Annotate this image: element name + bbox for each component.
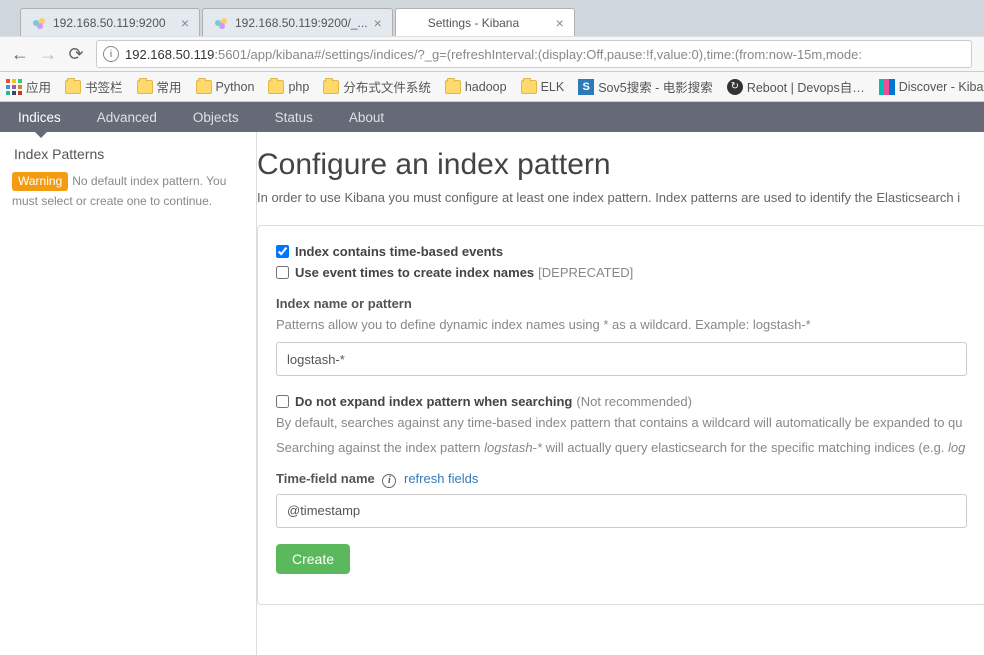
checkbox-no-expand[interactable] (276, 395, 289, 408)
close-icon[interactable]: × (374, 15, 382, 31)
nav-tab-indices[interactable]: Indices (0, 102, 79, 132)
checkbox-label: Do not expand index pattern when searchi… (295, 394, 572, 409)
bookmark-label: 常用 (157, 77, 182, 96)
checkbox-label: Use event times to create index names (295, 265, 534, 280)
folder-icon (196, 80, 212, 94)
bookmarks-bar: 应用 书签栏 常用 Python php 分布式文件系统 hadoop ELK … (0, 72, 984, 102)
sidebar: Index Patterns WarningNo default index p… (0, 132, 257, 655)
bookmark-label: Reboot | Devops自… (747, 77, 865, 96)
folder-icon (65, 80, 81, 94)
bookmark-folder[interactable]: ELK (521, 80, 565, 94)
settings-nav: Indices Advanced Objects Status About (0, 102, 984, 132)
page-subtitle: In order to use Kibana you must configur… (257, 190, 984, 205)
index-pattern-help: Patterns allow you to define dynamic ind… (276, 317, 967, 332)
sidebar-warning: WarningNo default index pattern. You mus… (0, 172, 256, 210)
bookmark-link[interactable]: SSov5搜索 - 电影搜索 (578, 77, 713, 96)
reboot-icon: ↻ (727, 79, 743, 95)
nav-tab-objects[interactable]: Objects (175, 102, 257, 132)
sidebar-heading: Index Patterns (0, 146, 256, 172)
main-content: Configure an index pattern In order to u… (257, 132, 984, 655)
browser-addressbar: ← → ⟳ i 192.168.50.119:5601/app/kibana#/… (0, 36, 984, 72)
back-button[interactable]: ← (6, 40, 34, 68)
bookmark-label: 书签栏 (85, 77, 123, 96)
index-pattern-input[interactable] (276, 342, 967, 376)
bookmark-folder[interactable]: hadoop (445, 80, 507, 94)
url-path: :5601/app/kibana#/settings/indices/?_g=(… (214, 47, 862, 62)
bookmark-label: Discover - Kiba (899, 80, 984, 94)
folder-icon (137, 80, 153, 94)
bookmark-folder[interactable]: php (268, 80, 309, 94)
not-recommended-label: (Not recommended) (576, 394, 692, 409)
browser-tab-2[interactable]: Settings - Kibana × (395, 8, 575, 36)
kibana-icon (879, 79, 895, 95)
info-icon[interactable]: i (382, 474, 396, 488)
apps-icon (6, 79, 22, 95)
tab-favicon (213, 15, 229, 31)
create-button[interactable]: Create (276, 544, 350, 574)
bookmark-folder[interactable]: 常用 (137, 77, 182, 96)
index-pattern-label: Index name or pattern (276, 296, 967, 311)
browser-tab-1[interactable]: 192.168.50.119:9200/_... × (202, 8, 393, 36)
sov5-icon: S (578, 79, 594, 95)
tab-favicon (31, 15, 47, 31)
form-panel: Index contains time-based events Use eve… (257, 225, 984, 605)
nav-tab-about[interactable]: About (331, 102, 402, 132)
time-field-select[interactable] (276, 494, 967, 528)
close-icon[interactable]: × (181, 15, 189, 31)
deprecated-label: [DEPRECATED] (538, 265, 633, 280)
apps-button[interactable]: 应用 (6, 77, 51, 96)
time-field-label: Time-field name i refresh fields (276, 471, 967, 488)
refresh-fields-link[interactable]: refresh fields (404, 471, 478, 486)
bookmark-label: Python (216, 80, 255, 94)
url-input[interactable]: i 192.168.50.119:5601/app/kibana#/settin… (96, 40, 972, 68)
bookmark-label: 应用 (26, 77, 51, 96)
bookmark-folder[interactable]: 分布式文件系统 (323, 77, 431, 96)
folder-icon (521, 80, 537, 94)
tab-title: 192.168.50.119:9200 (53, 16, 175, 30)
bookmark-label: Sov5搜索 - 电影搜索 (598, 77, 713, 96)
bookmark-label: 分布式文件系统 (343, 77, 431, 96)
expand-help-2: Searching against the index pattern logs… (276, 440, 967, 455)
reload-button[interactable]: ⟳ (62, 40, 90, 68)
folder-icon (268, 80, 284, 94)
tab-title: 192.168.50.119:9200/_... (235, 16, 368, 30)
bookmark-folder[interactable]: Python (196, 80, 255, 94)
forward-button[interactable]: → (34, 40, 62, 68)
nav-tab-advanced[interactable]: Advanced (79, 102, 175, 132)
checkbox-event-times[interactable] (276, 266, 289, 279)
expand-help-1: By default, searches against any time-ba… (276, 415, 967, 430)
active-tab-pointer (34, 131, 48, 138)
folder-icon (445, 80, 461, 94)
bookmark-label: php (288, 80, 309, 94)
tab-title: Settings - Kibana (428, 16, 550, 30)
browser-tab-0[interactable]: 192.168.50.119:9200 × (20, 8, 200, 36)
checkbox-time-based[interactable] (276, 245, 289, 258)
checkbox-label: Index contains time-based events (295, 244, 503, 259)
kibana-icon (406, 15, 422, 31)
folder-icon (323, 80, 339, 94)
close-icon[interactable]: × (556, 15, 564, 31)
page-title: Configure an index pattern (257, 148, 984, 190)
bookmark-folder[interactable]: 书签栏 (65, 77, 123, 96)
warning-badge: Warning (12, 172, 68, 191)
bookmark-link[interactable]: Discover - Kiba (879, 79, 984, 95)
bookmark-link[interactable]: ↻Reboot | Devops自… (727, 77, 865, 96)
nav-tab-status[interactable]: Status (257, 102, 331, 132)
bookmark-label: hadoop (465, 80, 507, 94)
url-host: 192.168.50.119 (125, 47, 214, 62)
bookmark-label: ELK (541, 80, 565, 94)
browser-tabstrip: 192.168.50.119:9200 × 192.168.50.119:920… (0, 0, 984, 36)
site-info-icon[interactable]: i (103, 46, 119, 62)
